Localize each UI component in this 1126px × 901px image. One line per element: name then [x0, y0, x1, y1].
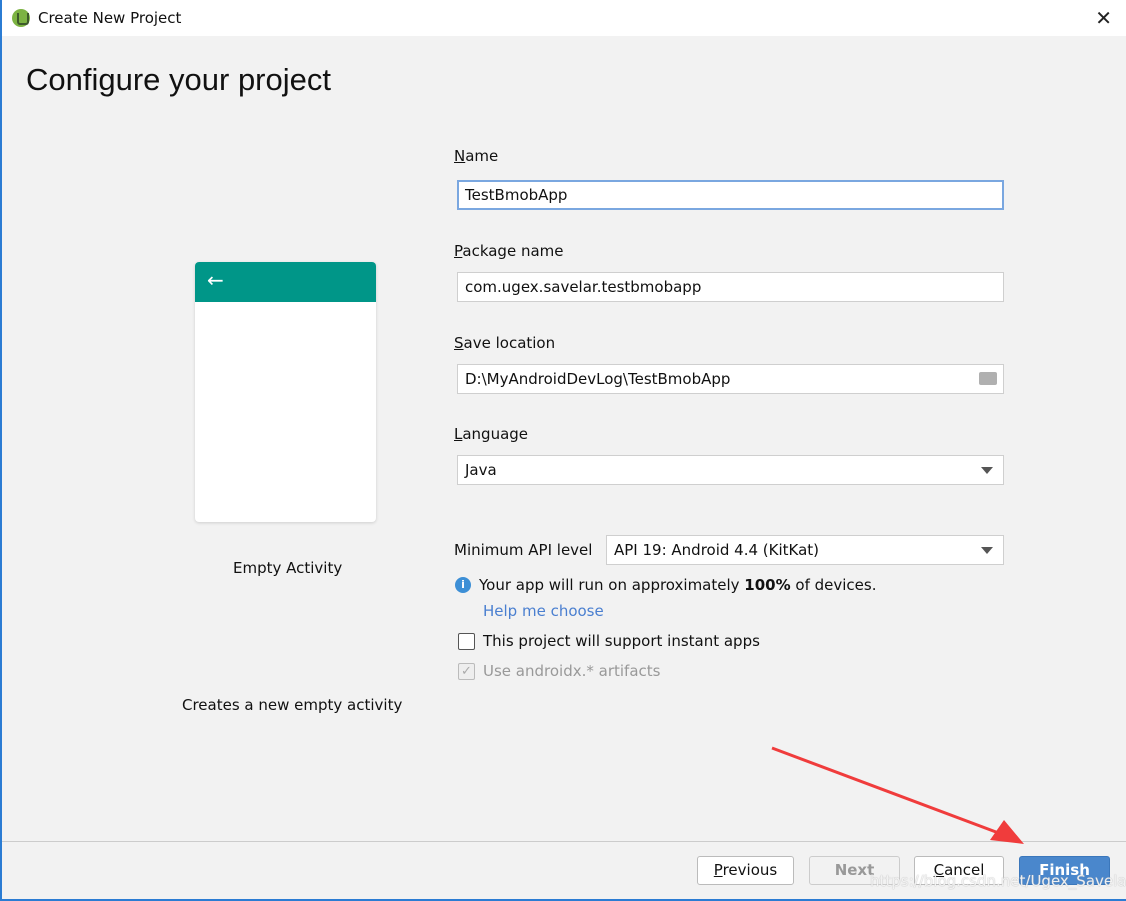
instant-apps-label: This project will support instant apps	[483, 632, 760, 650]
title-bar: Create New Project ✕	[2, 0, 1126, 36]
info-icon: i	[455, 577, 471, 593]
app-bar: ←	[195, 262, 376, 302]
androidx-checkbox[interactable]: ✓	[458, 663, 475, 680]
close-button[interactable]: ✕	[1095, 6, 1112, 30]
back-arrow-icon: ←	[207, 268, 224, 292]
watermark: https://blog.csdn.net/Ugex_Savelar	[870, 872, 1126, 890]
device-coverage-text: Your app will run on approximately 100% …	[479, 576, 877, 594]
package-label: Package name	[454, 242, 564, 260]
template-description: Creates a new empty activity	[182, 696, 403, 714]
template-preview: ←	[195, 262, 376, 522]
min-api-select[interactable]: API 19: Android 4.4 (KitKat)	[606, 535, 1004, 565]
package-input[interactable]: com.ugex.savelar.testbmobapp	[457, 272, 1004, 302]
language-select[interactable]: Java	[457, 455, 1004, 485]
language-label: Language	[454, 425, 529, 443]
dialog-window: Create New Project ✕ Configure your proj…	[0, 0, 1126, 901]
help-me-choose-link[interactable]: Help me choose	[483, 602, 604, 620]
name-input[interactable]: TestBmobApp	[457, 180, 1004, 210]
red-arrow-annotation	[771, 746, 1024, 844]
min-api-label: Minimum API level	[454, 541, 593, 559]
folder-icon[interactable]	[979, 372, 997, 385]
androidx-label: Use androidx.* artifacts	[483, 662, 661, 680]
name-label: Name	[454, 147, 499, 165]
template-name: Empty Activity	[233, 559, 343, 577]
location-input[interactable]: D:\MyAndroidDevLog\TestBmobApp	[457, 364, 1004, 394]
android-studio-icon	[12, 9, 30, 27]
window-title: Create New Project	[38, 9, 182, 27]
location-label: Save location	[454, 334, 556, 352]
previous-button[interactable]: Previous	[697, 856, 794, 885]
instant-apps-checkbox[interactable]	[458, 633, 475, 650]
chevron-down-icon	[981, 547, 993, 554]
page-title: Configure your project	[26, 62, 331, 97]
chevron-down-icon	[981, 467, 993, 474]
